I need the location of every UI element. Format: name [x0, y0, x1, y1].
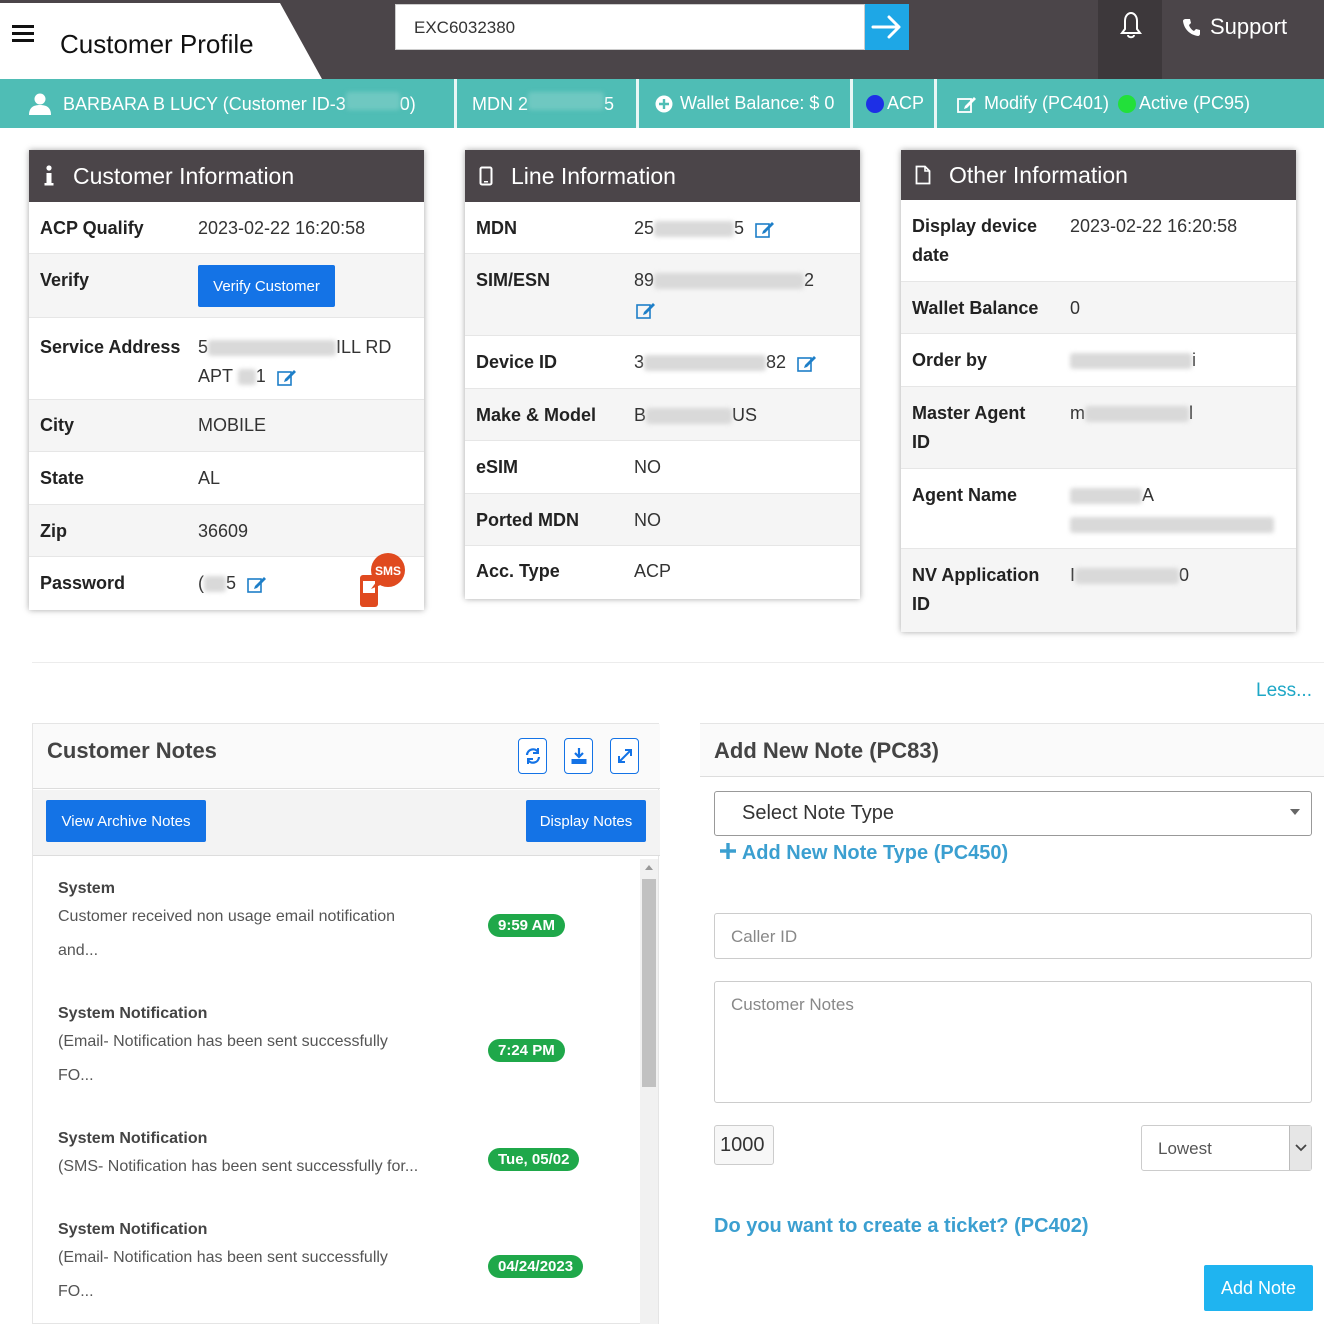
download-notes-button[interactable] [564, 738, 593, 774]
brand-area: Customer Profile [0, 3, 322, 79]
customer-notes-header: Customer Notes [33, 724, 660, 789]
wallet-balance-value: 0 [1070, 298, 1081, 318]
make-model-value: B US [634, 405, 758, 425]
customer-notes-panel: Customer Notes View Archive Notes Displa… [32, 723, 660, 1324]
note-type-select[interactable]: Select Note Type [714, 791, 1312, 836]
plus-circle-icon [655, 95, 673, 112]
note-time-badge: Tue, 05/02 [488, 1148, 580, 1171]
device-id-value: 3 82 [634, 348, 817, 377]
service-address-value: 5 ILL RD APT 1 [198, 337, 392, 387]
bell-icon [1120, 11, 1142, 39]
add-note-panel: Add New Note (PC83) Select Note Type Add… [700, 723, 1324, 1324]
plus-icon [720, 843, 736, 859]
add-note-type-link[interactable]: Add New Note Type (PC450) [719, 842, 1008, 865]
expand-notes-button[interactable] [610, 738, 639, 774]
support-label: Support [1210, 14, 1288, 39]
edit-icon [957, 96, 976, 113]
expand-icon [617, 749, 632, 763]
ported-mdn-value: NO [634, 510, 661, 530]
note-item[interactable]: System Notification (Email- Notification… [58, 1221, 618, 1309]
user-icon [29, 93, 51, 115]
state-value: AL [198, 468, 221, 488]
customer-notes-textarea[interactable]: Customer Notes [714, 981, 1312, 1103]
search-input[interactable]: EXC6032380 [395, 4, 865, 50]
acp-qualify-value: 2023-02-22 16:20:58 [198, 218, 366, 238]
account-type-value: ACP [634, 561, 672, 581]
search-submit-button[interactable] [865, 4, 909, 50]
note-item[interactable]: System Notification (Email- Notification… [58, 1005, 618, 1093]
svg-text:SMS: SMS [375, 564, 401, 578]
mdn-segment: MDN 25 [472, 92, 615, 114]
add-note-button[interactable]: Add Note [1204, 1265, 1313, 1311]
note-time-badge: 04/24/2023 [488, 1255, 584, 1278]
support-link[interactable]: Support [1182, 14, 1287, 40]
nv-application-id-value: I0 [1070, 565, 1190, 585]
active-status-dot [1118, 94, 1136, 113]
phone-icon [1183, 19, 1200, 36]
add-note-title: Add New Note (PC83) [714, 738, 939, 763]
edit-device-icon[interactable] [797, 354, 817, 373]
document-icon [915, 165, 931, 185]
add-note-header: Add New Note (PC83) [700, 723, 1324, 777]
customer-summary-bar: BARBARA B LUCY (Customer ID-3 0) MDN 25 W… [0, 79, 1324, 128]
line-information-panel: Line Information MDN 25 5 SIM/ESN 89 2 Dev… [465, 150, 860, 599]
info-icon [44, 165, 54, 186]
mdn-value: 25 5 [634, 214, 775, 243]
verify-customer-button[interactable]: Verify Customer [198, 265, 335, 307]
active-status-link[interactable]: Active (PC95) [1118, 79, 1250, 128]
priority-select[interactable]: Lowest [1141, 1125, 1312, 1171]
top-navbar: Customer Profile EXC6032380 Support [0, 0, 1324, 79]
customer-notes-title: Customer Notes [47, 738, 217, 763]
customer-information-header: Customer Information [29, 150, 424, 202]
edit-password-icon[interactable] [247, 575, 267, 594]
display-notes-button[interactable]: Display Notes [526, 800, 646, 842]
download-icon [571, 748, 586, 764]
sim-esn-value: 89 2 [634, 266, 844, 324]
zip-value: 36609 [198, 521, 249, 541]
edit-mdn-icon[interactable] [755, 220, 775, 239]
sms-phone-icon[interactable]: SMS [357, 553, 411, 611]
display-device-date-value: 2023-02-22 16:20:58 [1070, 216, 1238, 236]
refresh-icon [525, 748, 540, 764]
hamburger-menu-icon[interactable] [12, 25, 34, 43]
customer-information-panel: Customer Information ACP Qualify 2023-02… [29, 150, 424, 610]
acp-segment: ACP [866, 79, 924, 128]
notifications-button[interactable] [1098, 0, 1162, 79]
create-ticket-link[interactable]: Do you want to create a ticket? (PC402) [714, 1215, 1089, 1238]
line-information-header: Line Information [465, 150, 860, 202]
agent-name-value: A [1070, 481, 1274, 539]
note-time-badge: 7:24 PM [488, 1039, 565, 1062]
chevron-down-icon [1295, 1144, 1307, 1152]
other-information-panel: Other Information Display device date 202… [901, 150, 1296, 632]
password-value: (5 [198, 569, 267, 598]
page-title: Customer Profile [60, 29, 254, 59]
master-agent-id-value: ml [1070, 403, 1193, 423]
esim-value: NO [634, 457, 661, 477]
wallet-balance: Wallet Balance: $ 0 [680, 93, 835, 113]
less-link[interactable]: Less... [1256, 680, 1312, 702]
view-archive-notes-button[interactable]: View Archive Notes [46, 800, 206, 842]
notes-scrollbar-thumb[interactable] [642, 879, 656, 1087]
scroll-up-icon[interactable] [644, 863, 654, 871]
notes-toolbar: View Archive Notes Display Notes [33, 790, 660, 856]
customer-name-segment: BARBARA B LUCY (Customer ID-3 0) [28, 79, 416, 128]
edit-sim-icon[interactable] [636, 301, 656, 320]
city-value: MOBILE [198, 415, 267, 435]
modify-link[interactable]: Modify (PC401) [957, 79, 1109, 128]
wallet-segment: Wallet Balance: $ 0 [655, 79, 834, 128]
note-item[interactable]: System Customer received non usage email… [58, 880, 618, 968]
order-by-value: i [1070, 346, 1196, 375]
note-item[interactable]: System Notification (SMS- Notification h… [58, 1130, 618, 1184]
character-count: 1000 [714, 1125, 774, 1165]
edit-address-icon[interactable] [276, 368, 297, 387]
refresh-notes-button[interactable] [518, 738, 547, 774]
chevron-down-icon [1290, 809, 1300, 815]
customer-name: BARBARA B LUCY (Customer ID-3 [63, 94, 346, 114]
arrow-right-icon [871, 15, 901, 39]
note-time-badge: 9:59 AM [488, 914, 565, 937]
other-information-header: Other Information [901, 150, 1296, 200]
mobile-icon [479, 166, 493, 186]
caller-id-input[interactable]: Caller ID [714, 913, 1312, 959]
acp-status-dot [866, 94, 884, 113]
